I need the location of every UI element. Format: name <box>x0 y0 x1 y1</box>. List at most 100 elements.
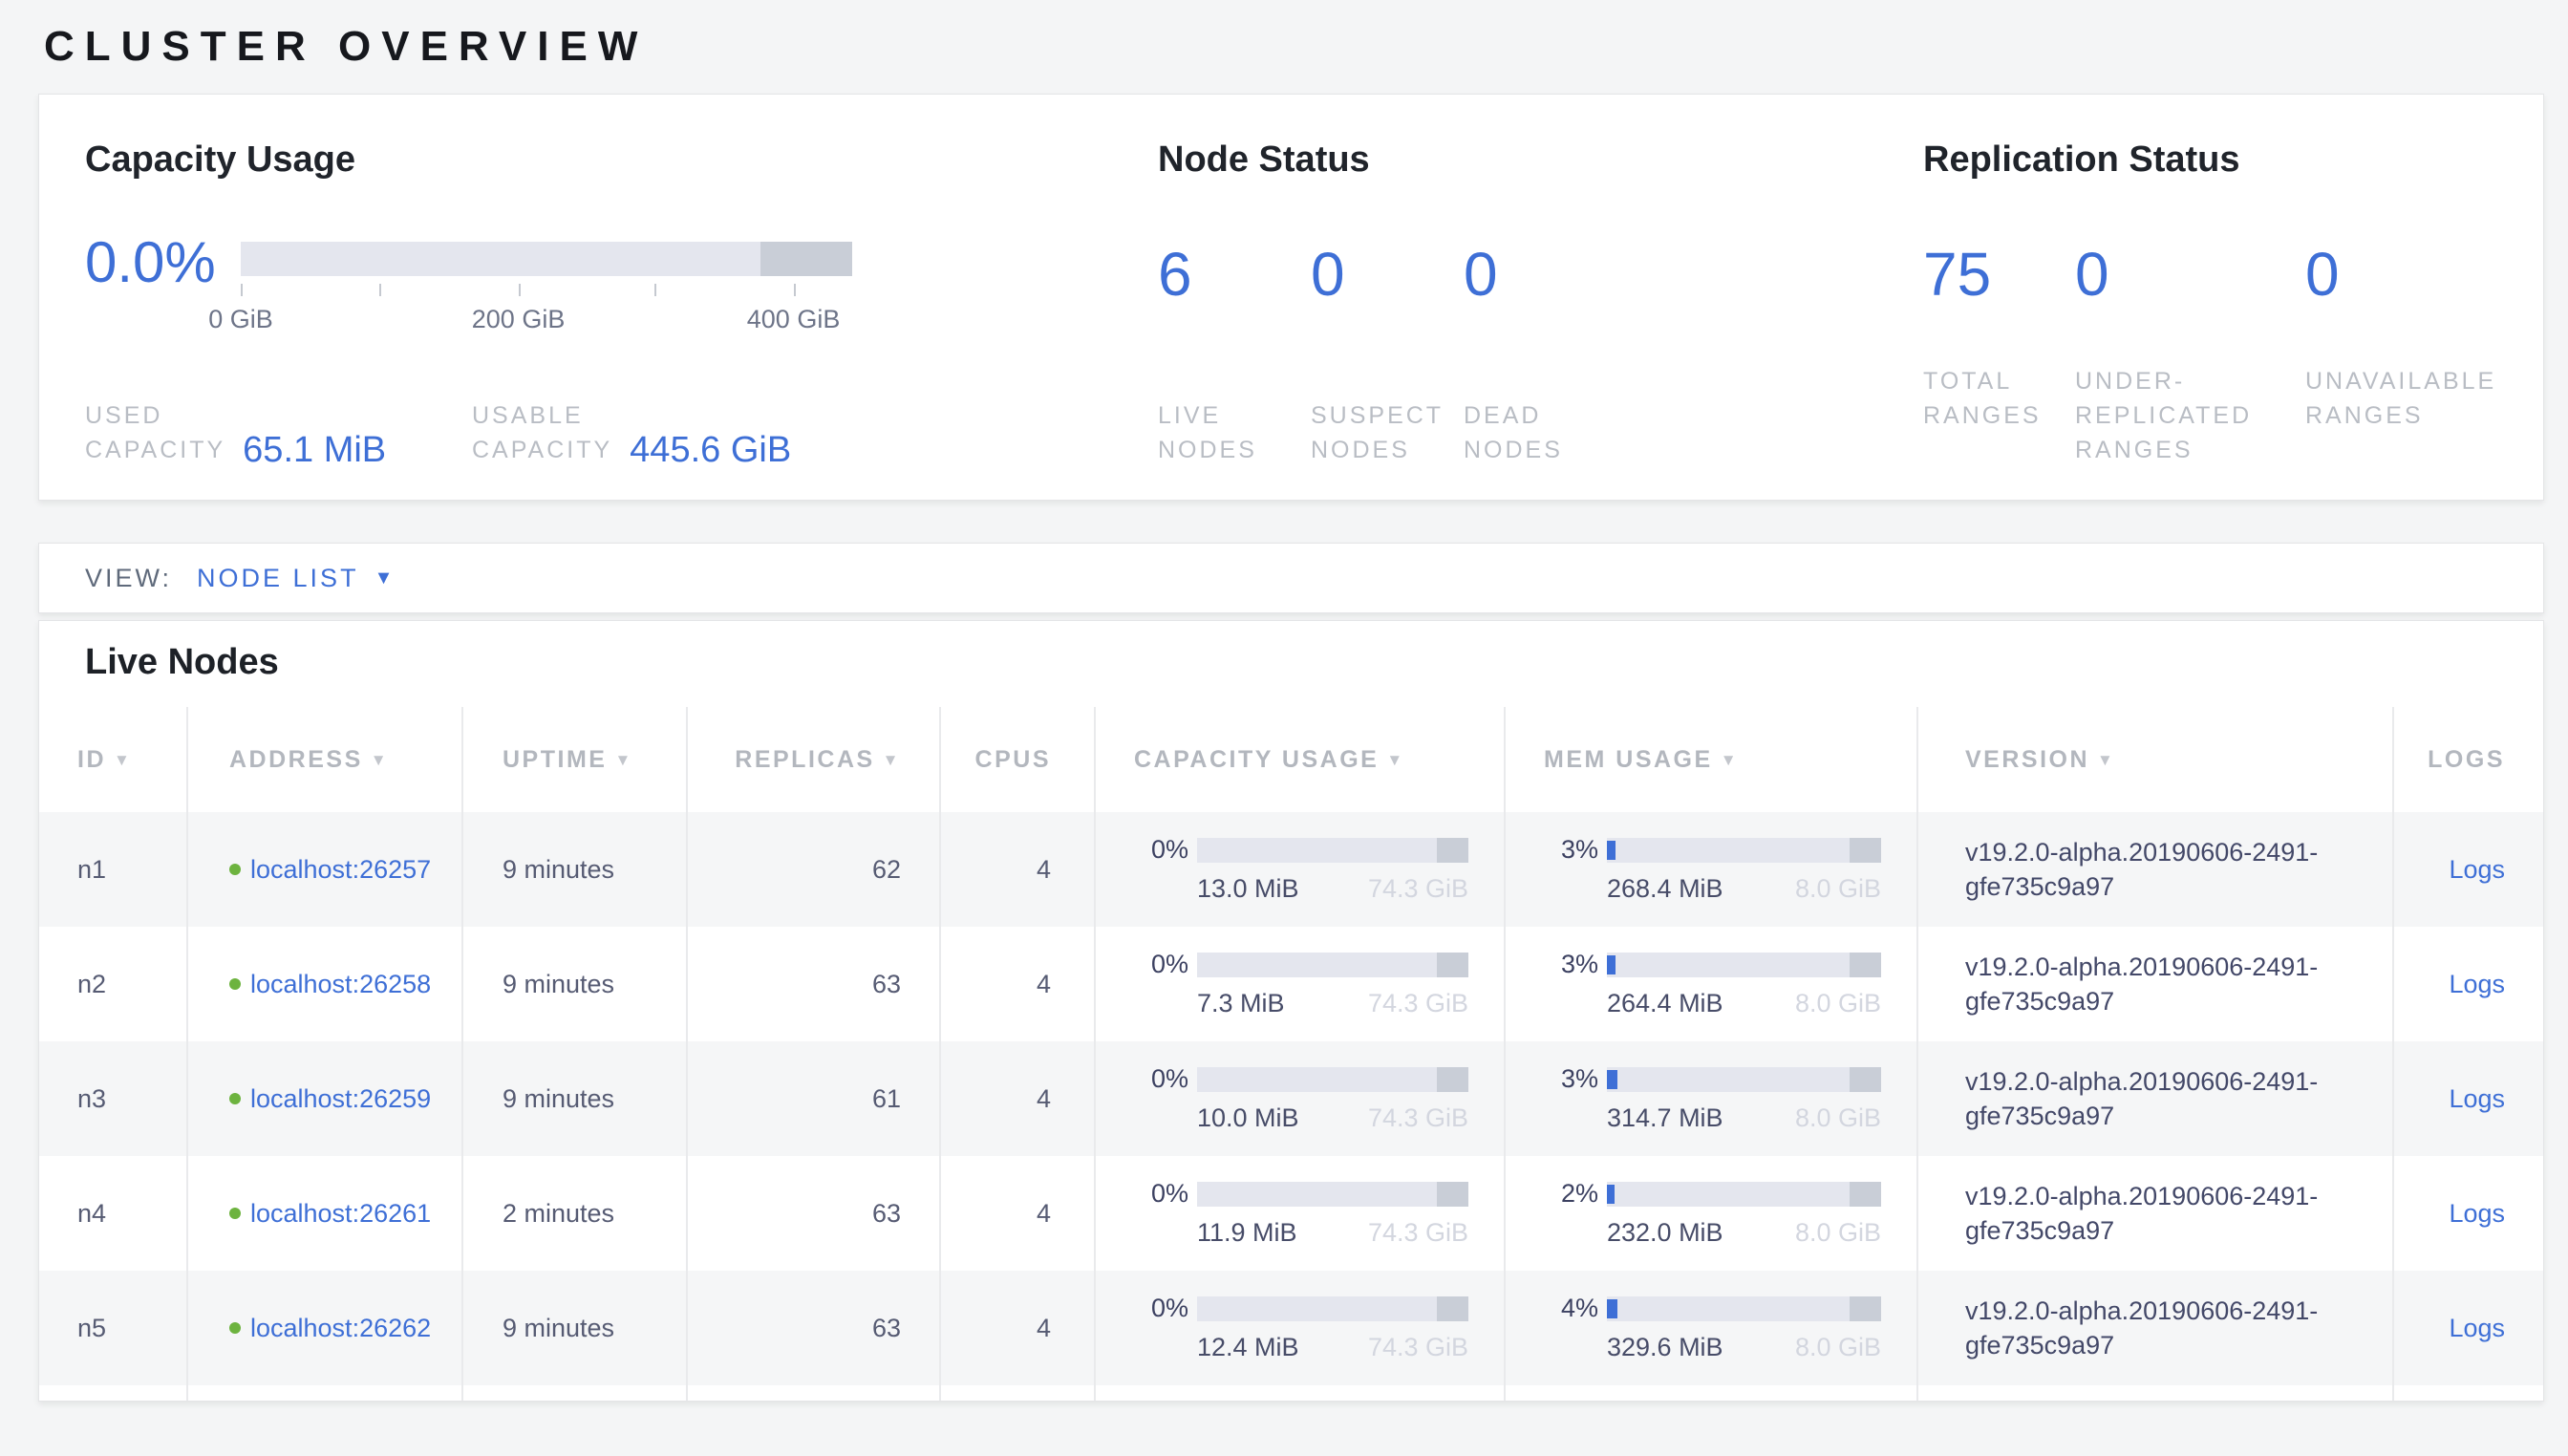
usage-bar-fill <box>1607 955 1616 974</box>
node-version-cell: v19.2.0-alpha.20190606-2491-gfe735c9a97 <box>1917 1041 2393 1156</box>
total-ranges-count: 75 <box>1923 240 2075 309</box>
logs-link[interactable]: Logs <box>2449 1084 2505 1113</box>
gauge-tick-label: 400 GiB <box>747 305 841 334</box>
capacity-usage-section: Capacity Usage 0.0% 0 GiB200 GiB400 GiB … <box>85 139 1158 502</box>
column-header-capacity[interactable]: CAPACITY USAGE▼ <box>1095 707 1505 812</box>
live-status-dot <box>229 1093 241 1104</box>
live-status-dot <box>229 1322 241 1334</box>
node-address-link[interactable]: localhost:26262 <box>250 1314 431 1342</box>
usage-bar-reserved-segment <box>1850 1067 1881 1092</box>
unavailable-ranges-label: UNAVAILABLE RANGES <box>2305 364 2496 467</box>
usage-bar <box>1607 1296 1881 1321</box>
empty-cell <box>687 1385 940 1402</box>
table-row-partial <box>39 1385 2544 1402</box>
usable-capacity-stat: USABLE CAPACITY 445.6 GiB <box>472 398 791 467</box>
chevron-down-icon: ▼ <box>374 567 394 589</box>
node-capacity-usage-cell: 0% 10.0 MiB 74.3 GiB <box>1095 1041 1505 1156</box>
logs-link[interactable]: Logs <box>2449 855 2505 884</box>
table-row: n5localhost:262629 minutes634 0% 12.4 Mi… <box>39 1271 2544 1385</box>
node-logs-cell: Logs <box>2393 812 2544 927</box>
used-capacity-value: 65.1 MiB <box>243 430 386 471</box>
column-header-label: ADDRESS <box>229 746 363 773</box>
usage-total-value: 8.0 GiB <box>1795 1333 1881 1362</box>
node-mem-usage-cell: 3% 314.7 MiB 8.0 GiB <box>1505 1041 1917 1156</box>
node-status-section: Node Status 6 0 0 LIVE NODES SUSPECT NOD… <box>1158 139 1923 502</box>
usage-bar-reserved-segment <box>1850 838 1881 863</box>
live-status-dot <box>229 978 241 990</box>
usable-capacity-label: USABLE CAPACITY <box>472 398 612 467</box>
empty-cell <box>940 1385 1095 1402</box>
node-version-cell: v19.2.0-alpha.20190606-2491-gfe735c9a97 <box>1917 812 2393 927</box>
table-row: n3localhost:262599 minutes614 0% 10.0 Mi… <box>39 1041 2544 1156</box>
logs-link[interactable]: Logs <box>2449 970 2505 998</box>
table-row: n4localhost:262612 minutes634 0% 11.9 Mi… <box>39 1156 2544 1271</box>
suspect-nodes-label: SUSPECT NODES <box>1311 398 1464 467</box>
usage-bar-fill <box>1607 1299 1617 1318</box>
node-mem-usage-cell: 3% 264.4 MiB 8.0 GiB <box>1505 927 1917 1041</box>
gauge-tick-label: 200 GiB <box>472 305 566 334</box>
node-address-link[interactable]: localhost:26261 <box>250 1199 431 1228</box>
page-title: CLUSTER OVERVIEW <box>44 23 2568 71</box>
usage-bar <box>1197 953 1468 977</box>
column-header-id[interactable]: ID▼ <box>39 707 187 812</box>
view-bar: VIEW: NODE LIST ▼ <box>38 543 2544 613</box>
node-cpus-cell: 4 <box>940 812 1095 927</box>
column-header-version[interactable]: VERSION ▼ <box>1917 707 2393 812</box>
usage-percent: 3% <box>1545 1064 1598 1094</box>
node-logs-cell: Logs <box>2393 1156 2544 1271</box>
column-header-memory[interactable]: MEM USAGE▼ <box>1505 707 1917 812</box>
view-selector-dropdown[interactable]: NODE LIST ▼ <box>197 564 393 593</box>
usage-bar <box>1607 953 1881 977</box>
live-status-dot <box>229 864 241 875</box>
usage-total-value: 8.0 GiB <box>1795 1218 1881 1248</box>
usage-widget: 3% 314.7 MiB 8.0 GiB <box>1507 1064 1915 1133</box>
empty-cell <box>1505 1385 1917 1402</box>
usage-bar-reserved-segment <box>1850 1296 1881 1321</box>
node-address-cell: localhost:26258 <box>187 927 462 1041</box>
sort-caret-icon: ▼ <box>2097 751 2115 769</box>
column-header-label: VERSION <box>1965 746 2089 773</box>
replication-status-title: Replication Status <box>1923 139 2543 181</box>
node-logs-cell: Logs <box>2393 927 2544 1041</box>
usage-bar <box>1607 838 1881 863</box>
usage-total-value: 8.0 GiB <box>1795 874 1881 904</box>
column-header-address[interactable]: ADDRESS▼ <box>187 707 462 812</box>
usage-percent: 0% <box>1135 1064 1188 1094</box>
empty-cell <box>187 1385 462 1402</box>
usage-bar <box>1197 1182 1468 1207</box>
node-version-cell: v19.2.0-alpha.20190606-2491-gfe735c9a97 <box>1917 1271 2393 1385</box>
node-cpus-cell: 4 <box>940 1041 1095 1156</box>
live-nodes-card: Live Nodes ID▼ADDRESS▼UPTIME▼REPLICAS▼CP… <box>38 620 2544 1402</box>
gauge-tick <box>794 284 796 296</box>
logs-link[interactable]: Logs <box>2449 1314 2505 1342</box>
usage-bar <box>1607 1067 1881 1092</box>
node-logs-cell: Logs <box>2393 1041 2544 1156</box>
node-address-link[interactable]: localhost:26259 <box>250 1084 431 1113</box>
node-id-cell: n4 <box>39 1156 187 1271</box>
view-selected-value: NODE LIST <box>197 564 359 593</box>
node-cpus-cell: 4 <box>940 1156 1095 1271</box>
usage-percent: 0% <box>1135 1294 1188 1323</box>
usage-used-value: 12.4 MiB <box>1197 1333 1299 1362</box>
logs-link[interactable]: Logs <box>2449 1199 2505 1228</box>
usage-percent: 0% <box>1135 1179 1188 1209</box>
node-logs-cell: Logs <box>2393 1271 2544 1385</box>
gauge-tick <box>519 284 521 296</box>
table-row: n2localhost:262589 minutes634 0% 7.3 MiB… <box>39 927 2544 1041</box>
sort-caret-icon: ▼ <box>1721 751 1739 769</box>
empty-cell <box>1095 1385 1505 1402</box>
column-header-replicas[interactable]: REPLICAS▼ <box>687 707 940 812</box>
usage-total-value: 74.3 GiB <box>1368 989 1468 1018</box>
usage-total-value: 74.3 GiB <box>1368 874 1468 904</box>
usage-percent: 3% <box>1545 835 1598 865</box>
empty-cell <box>1917 1385 2393 1402</box>
node-version-cell: v19.2.0-alpha.20190606-2491-gfe735c9a97 <box>1917 1156 2393 1271</box>
column-header-uptime[interactable]: UPTIME▼ <box>462 707 687 812</box>
node-id-cell: n2 <box>39 927 187 1041</box>
usage-bar-reserved-segment <box>1437 1067 1468 1092</box>
node-capacity-usage-cell: 0% 12.4 MiB 74.3 GiB <box>1095 1271 1505 1385</box>
sort-caret-icon: ▼ <box>614 751 632 769</box>
node-uptime-cell: 9 minutes <box>462 1271 687 1385</box>
node-address-link[interactable]: localhost:26257 <box>250 855 431 884</box>
node-address-link[interactable]: localhost:26258 <box>250 970 431 998</box>
